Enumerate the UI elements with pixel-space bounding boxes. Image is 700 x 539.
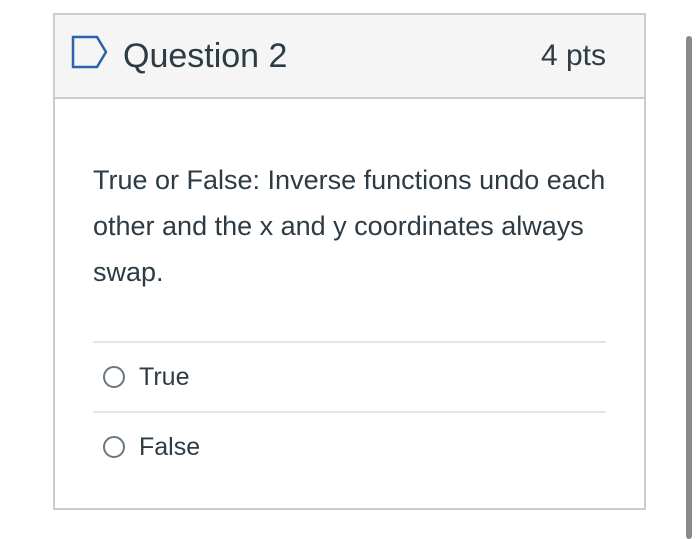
answer-option-true[interactable]: True	[93, 341, 606, 411]
question-card: Question 2 4 pts True or False: Inverse …	[53, 13, 646, 510]
question-header: Question 2 4 pts	[55, 15, 644, 99]
answer-list: True False	[93, 341, 606, 481]
question-points: 4 pts	[540, 39, 606, 72]
answer-label-true: True	[139, 362, 190, 391]
radio-button-true[interactable]	[103, 366, 125, 388]
question-text: True or False: Inverse functions undo ea…	[93, 165, 606, 287]
answer-label-false: False	[139, 432, 201, 461]
quiz-page: Question 2 4 pts True or False: Inverse …	[0, 0, 700, 539]
bookmark-flag-icon[interactable]	[71, 35, 109, 69]
question-title: Question 2	[123, 36, 288, 75]
answer-option-false[interactable]: False	[93, 411, 606, 481]
radio-button-false[interactable]	[103, 436, 125, 458]
page-scrollbar[interactable]	[686, 36, 692, 539]
question-body: True or False: Inverse functions undo ea…	[55, 99, 644, 481]
